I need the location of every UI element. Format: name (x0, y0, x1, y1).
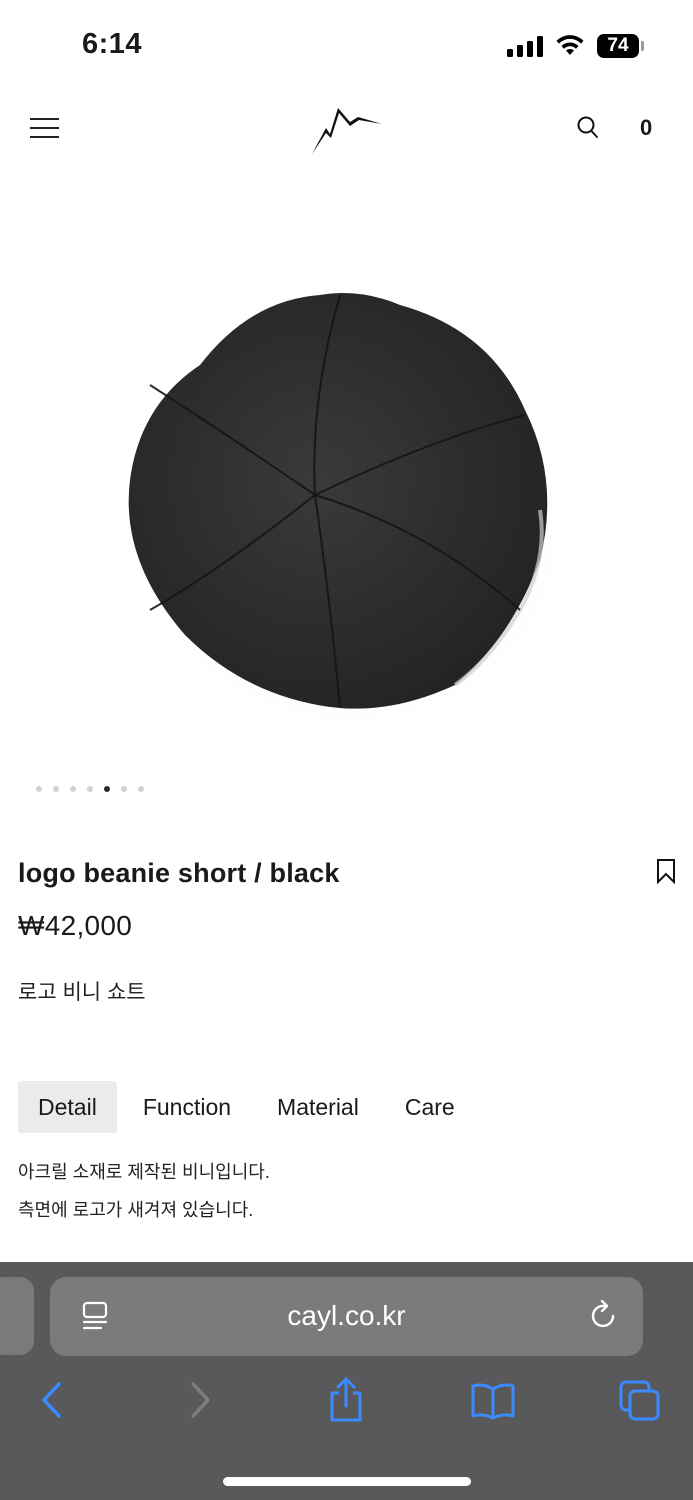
share-icon[interactable] (327, 1376, 365, 1429)
carousel-dot[interactable] (87, 786, 93, 792)
home-indicator (223, 1477, 471, 1486)
forward-icon[interactable] (188, 1380, 214, 1425)
carousel-dot[interactable] (138, 786, 144, 792)
mountain-logo-icon[interactable] (308, 104, 384, 161)
bookmarks-icon[interactable] (469, 1381, 517, 1426)
product-image-beanie[interactable] (0, 180, 693, 820)
tab-function[interactable]: Function (123, 1081, 251, 1133)
bookmark-icon[interactable] (656, 858, 676, 889)
url-text[interactable]: cayl.co.kr (50, 1300, 643, 1332)
hamburger-menu-icon[interactable] (30, 118, 59, 138)
carousel-dot-active[interactable] (104, 786, 110, 792)
product-title: logo beanie short / black (18, 858, 340, 888)
product-price: ₩42,000 (18, 910, 133, 941)
tab-care[interactable]: Care (385, 1081, 475, 1133)
carousel-dot[interactable] (70, 786, 76, 792)
cart-count[interactable]: 0 (640, 115, 652, 141)
battery-indicator: 74 (597, 34, 639, 58)
status-time: 6:14 (82, 28, 143, 60)
detail-text-line: 측면에 로고가 새겨져 있습니다. (18, 1200, 254, 1220)
product-subtitle: 로고 비니 쇼트 (18, 981, 146, 1004)
back-icon[interactable] (38, 1380, 64, 1425)
carousel-dot[interactable] (36, 786, 42, 792)
info-tabs: Detail Function Material Care (18, 1081, 481, 1133)
reload-icon[interactable] (589, 1299, 619, 1338)
detail-text-line: 아크릴 소재로 제작된 비니입니다. (18, 1162, 270, 1182)
previous-tab-peek[interactable] (0, 1277, 34, 1355)
carousel-dots[interactable] (36, 786, 144, 792)
wifi-icon (554, 33, 586, 62)
search-icon[interactable] (576, 115, 600, 146)
tabs-icon[interactable] (618, 1379, 662, 1428)
tab-material[interactable]: Material (257, 1081, 379, 1133)
carousel-dot[interactable] (121, 786, 127, 792)
tab-detail[interactable]: Detail (18, 1081, 117, 1133)
battery-cap (641, 41, 644, 51)
cellular-signal-icon (507, 35, 543, 57)
carousel-dot[interactable] (53, 786, 59, 792)
